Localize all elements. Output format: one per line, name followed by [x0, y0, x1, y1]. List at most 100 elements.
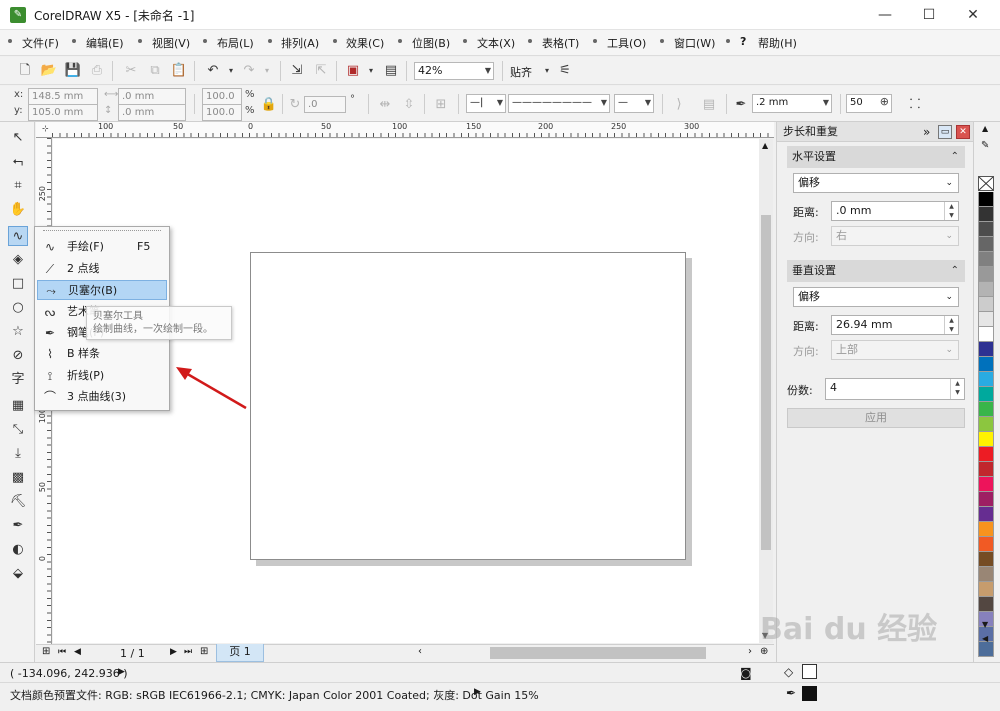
curve-smoothing-field[interactable]: 50 ⊕ [846, 94, 892, 113]
apply-button[interactable]: 应用 [787, 408, 965, 428]
mirror-vertical-icon[interactable]: ⇳ [400, 96, 418, 114]
import-icon[interactable]: ⇲ [288, 62, 306, 80]
insert-page-after-icon[interactable]: ⊞ [200, 646, 208, 657]
status-expand-icon[interactable]: ▶ [118, 667, 125, 677]
spin-arrows-icon[interactable]: ▲ ▼ [944, 202, 958, 220]
x-position-field[interactable]: 148.5 mm [28, 88, 98, 105]
color-swatch[interactable] [978, 492, 994, 507]
vertical-settings-header[interactable]: 垂直设置 ⌃ [787, 260, 965, 282]
wrap-text-icon[interactable]: ▤ [700, 96, 718, 114]
color-swatch[interactable] [978, 642, 994, 657]
collapse-docker-icon[interactable]: » [923, 122, 930, 142]
menu-view[interactable]: 视图(V) [152, 35, 190, 51]
color-swatch[interactable] [978, 222, 994, 237]
ellipse-tool-icon[interactable]: ○ [8, 298, 28, 318]
color-swatch[interactable] [978, 297, 994, 312]
menu-table[interactable]: 表格(T) [542, 35, 579, 51]
export-icon[interactable]: ⇱ [312, 62, 330, 80]
rotation-field[interactable]: .0 [304, 96, 346, 113]
connector-tool-icon[interactable]: ⤓ [8, 444, 28, 464]
polygon-tool-icon[interactable]: ☆ [8, 322, 28, 342]
color-swatch[interactable] [978, 237, 994, 252]
horizontal-settings-header[interactable]: 水平设置 ⌃ [787, 146, 965, 168]
color-swatch[interactable] [978, 282, 994, 297]
outline-width-select[interactable]: .2 mm ▼ [752, 94, 832, 113]
save-icon[interactable]: 💾 [64, 62, 82, 80]
blend-tool-icon[interactable]: ▩ [8, 468, 28, 488]
print-icon[interactable]: ⎙ [88, 62, 106, 80]
color-swatch[interactable] [978, 357, 994, 372]
flyout-item-b-spline[interactable]: ⌇ B 样条 [37, 344, 167, 364]
color-swatch[interactable] [978, 537, 994, 552]
color-swatch[interactable] [978, 342, 994, 357]
pan-tool-icon[interactable]: ✋ [8, 200, 28, 220]
options-icon[interactable]: ⚟ [556, 62, 574, 80]
spin-arrows-icon[interactable]: ▲ ▼ [944, 316, 958, 334]
color-swatch[interactable] [978, 447, 994, 462]
launcher-dropdown-icon[interactable]: ▾ [362, 62, 380, 80]
insert-page-before-icon[interactable]: ⊞ [42, 646, 50, 657]
eyedropper-tool-icon[interactable]: ⛏ [8, 492, 28, 512]
menu-effects[interactable]: 效果(C) [346, 35, 384, 51]
shape-tool-icon[interactable]: ⮢ [8, 152, 28, 172]
color-swatch[interactable] [978, 552, 994, 567]
flyout-grip[interactable] [43, 230, 161, 232]
palette-scroll-down-icon[interactable]: ▼ [982, 620, 988, 629]
menu-tools[interactable]: 工具(O) [607, 35, 646, 51]
freehand-tool-icon[interactable]: ∿ [8, 226, 28, 246]
flyout-item-freehand[interactable]: ∿ 手绘(F) F5 [37, 237, 167, 257]
menu-bitmaps[interactable]: 位图(B) [412, 35, 450, 51]
cut-icon[interactable]: ✂ [122, 62, 140, 80]
color-swatch[interactable] [978, 387, 994, 402]
height-field[interactable]: .0 mm [118, 104, 186, 121]
color-swatch[interactable] [978, 522, 994, 537]
horizontal-scroll-thumb[interactable] [490, 647, 706, 659]
palette-expand-icon[interactable]: ◀ [982, 634, 988, 643]
next-page-icon[interactable]: ▶ [170, 647, 177, 657]
undo-icon[interactable]: ↶ [204, 62, 222, 80]
color-swatch[interactable] [978, 267, 994, 282]
palette-options-icon[interactable]: ✎ [981, 140, 989, 151]
vertical-scroll-thumb[interactable] [761, 215, 771, 550]
snapshot-icon[interactable]: ◙ [740, 666, 752, 680]
horizontal-distance-field[interactable]: .0 mm ▲ ▼ [831, 201, 959, 221]
close-docker-icon[interactable]: ✕ [956, 125, 970, 139]
open-folder-icon[interactable]: 📂 [40, 62, 58, 80]
menu-window[interactable]: 窗口(W) [674, 35, 715, 51]
outline-color-swatch[interactable] [802, 686, 817, 701]
menu-layout[interactable]: 布局(L) [217, 35, 254, 51]
menu-edit[interactable]: 编辑(E) [86, 35, 124, 51]
undo-dropdown-icon[interactable]: ▾ [222, 62, 240, 80]
text-tool-icon[interactable]: 字 [8, 370, 28, 390]
snap-to-button[interactable]: 贴齐 [510, 64, 532, 80]
rectangle-tool-icon[interactable]: □ [8, 274, 28, 294]
copy-icon[interactable]: ⧉ [146, 62, 164, 80]
collapse-section-icon[interactable]: ⌃ [951, 260, 959, 282]
scroll-left-icon[interactable]: ‹ [418, 646, 422, 657]
redo-dropdown-icon[interactable]: ▾ [258, 62, 276, 80]
color-swatch[interactable] [978, 567, 994, 582]
smart-fill-tool-icon[interactable]: ◈ [8, 250, 28, 270]
scroll-up-icon[interactable]: ▲ [762, 141, 768, 150]
color-swatch[interactable] [978, 372, 994, 387]
mirror-horizontal-icon[interactable]: ⇹ [376, 96, 394, 114]
y-position-field[interactable]: 105.0 mm [28, 104, 98, 121]
minimize-button[interactable]: — [862, 0, 908, 30]
horizontal-mode-select[interactable]: 偏移 ⌄ [793, 173, 959, 193]
color-swatch[interactable] [978, 597, 994, 612]
color-swatch[interactable] [978, 312, 994, 327]
scale-height-field[interactable]: 100.0 [202, 104, 242, 121]
vertical-mode-select[interactable]: 偏移 ⌄ [793, 287, 959, 307]
color-swatch[interactable] [978, 477, 994, 492]
flyout-item-polyline[interactable]: ⟟ 折线(P) [37, 366, 167, 386]
color-swatch[interactable] [978, 507, 994, 522]
start-arrowhead-select[interactable]: —| ▼ [466, 94, 506, 113]
first-page-icon[interactable]: ⏮ [58, 647, 66, 657]
scale-width-field[interactable]: 100.0 [202, 88, 242, 105]
fill-tool-icon[interactable]: ◐ [8, 540, 28, 560]
flyout-item-bezier[interactable]: ⤳ 贝塞尔(B) [37, 280, 167, 300]
last-page-icon[interactable]: ⏭ [184, 647, 192, 657]
snap-dropdown-icon[interactable]: ▾ [538, 62, 556, 80]
lock-ratio-icon[interactable]: 🔒 [260, 96, 278, 114]
horizontal-direction-select[interactable]: 右 ⌄ [831, 226, 959, 246]
